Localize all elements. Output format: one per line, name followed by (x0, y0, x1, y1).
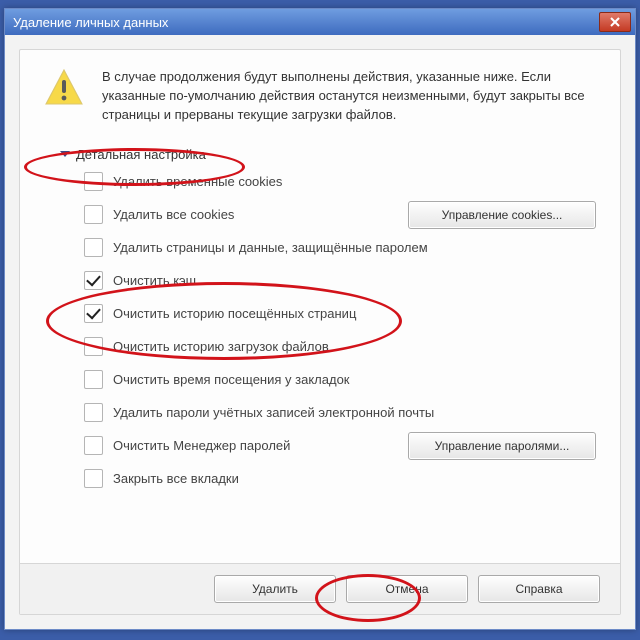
option-row: Очистить историю загрузок файлов (84, 337, 596, 356)
titlebar: Удаление личных данных (5, 9, 635, 35)
options-list: Удалить временные cookies Удалить все coo… (84, 172, 596, 488)
option-row: Удалить временные cookies (84, 172, 596, 191)
option-label: Очистить Менеджер паролей (113, 438, 290, 453)
option-side-button[interactable]: Управление cookies... (408, 201, 596, 229)
chevron-down-icon (60, 151, 70, 157)
option-label: Закрыть все вкладки (113, 471, 239, 486)
details-expander[interactable]: Детальная настройка (60, 147, 596, 162)
option-row: Очистить время посещения у закладок (84, 370, 596, 389)
option-row: Очистить Менеджер паролейУправление паро… (84, 436, 596, 455)
close-icon (610, 17, 620, 27)
option-label: Удалить пароли учётных записей электронн… (113, 405, 434, 420)
warning-icon (44, 68, 84, 108)
window-title: Удаление личных данных (13, 15, 168, 30)
option-label: Очистить кэш (113, 273, 196, 288)
option-row: Удалить страницы и данные, защищённые па… (84, 238, 596, 257)
expander-label: Детальная настройка (76, 147, 206, 162)
delete-button[interactable]: Удалить (214, 575, 336, 603)
close-button[interactable] (599, 12, 631, 32)
option-checkbox[interactable] (84, 238, 103, 257)
option-label: Очистить историю посещённых страниц (113, 306, 356, 321)
option-label: Очистить время посещения у закладок (113, 372, 349, 387)
option-label: Удалить временные cookies (113, 174, 282, 189)
option-checkbox[interactable] (84, 469, 103, 488)
option-side-button[interactable]: Управление паролями... (408, 432, 596, 460)
option-checkbox[interactable] (84, 337, 103, 356)
option-checkbox[interactable] (84, 304, 103, 323)
option-checkbox[interactable] (84, 172, 103, 191)
help-button[interactable]: Справка (478, 575, 600, 603)
cancel-button[interactable]: Отмена (346, 575, 468, 603)
option-row: Очистить кэш (84, 271, 596, 290)
option-row: Очистить историю посещённых страниц (84, 304, 596, 323)
option-checkbox[interactable] (84, 403, 103, 422)
dialog-delete-personal-data: Удаление личных данных В сл (4, 8, 636, 630)
option-checkbox[interactable] (84, 205, 103, 224)
dialog-body: В случае продолжения будут выполнены дей… (19, 49, 621, 615)
option-label: Удалить все cookies (113, 207, 234, 222)
option-row: Закрыть все вкладки (84, 469, 596, 488)
dialog-footer: Удалить Отмена Справка (20, 563, 620, 614)
option-checkbox[interactable] (84, 370, 103, 389)
intro-text: В случае продолжения будут выполнены дей… (102, 68, 596, 125)
option-checkbox[interactable] (84, 436, 103, 455)
option-label: Удалить страницы и данные, защищённые па… (113, 240, 428, 255)
option-row: Удалить пароли учётных записей электронн… (84, 403, 596, 422)
option-label: Очистить историю загрузок файлов (113, 339, 329, 354)
option-row: Удалить все cookiesУправление cookies... (84, 205, 596, 224)
option-checkbox[interactable] (84, 271, 103, 290)
